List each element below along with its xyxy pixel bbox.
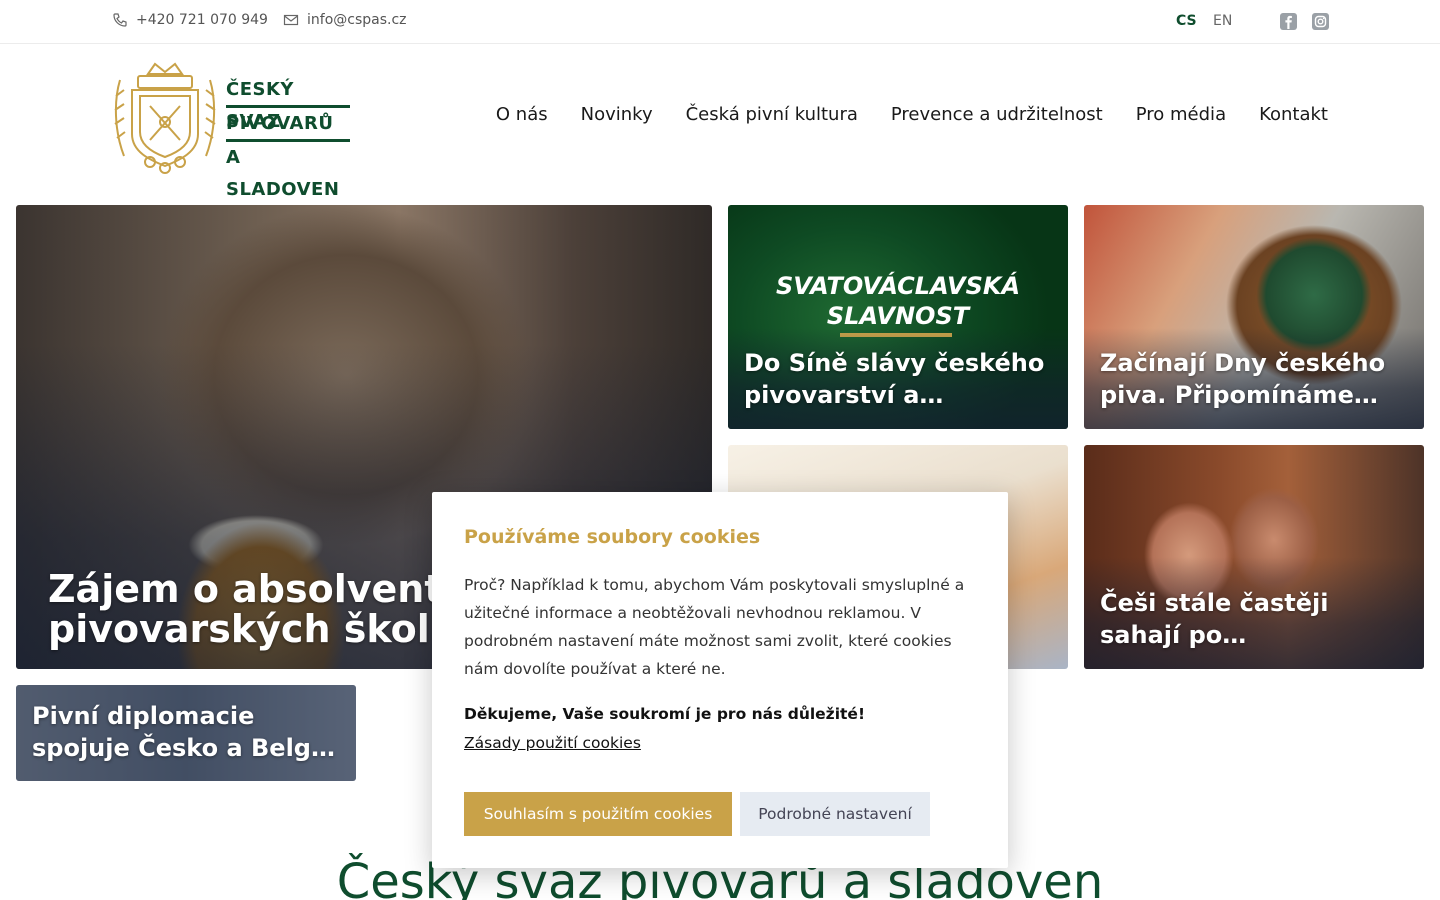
nav-beer-culture[interactable]: Česká pivní kultura bbox=[686, 104, 858, 125]
logo-line-1: ČESKÝ SVAZ bbox=[226, 74, 350, 132]
top-bar: +420 721 070 949 info@cspas.cz CS EN bbox=[0, 0, 1440, 44]
logo-line-3: A SLADOVEN bbox=[226, 147, 340, 200]
cookie-settings-button[interactable]: Podrobné nastavení bbox=[740, 792, 930, 836]
main-navigation: O nás Novinky Česká pivní kultura Preven… bbox=[496, 104, 1328, 125]
svatovaclavska-slavnost-banner: SVATOVÁCLAVSKÁ SLAVNOST bbox=[728, 271, 1068, 331]
article-tile-hall-of-fame[interactable]: SVATOVÁCLAVSKÁ SLAVNOST Do Síně slávy če… bbox=[728, 205, 1068, 429]
cookie-policy-link[interactable]: Zásady použití cookies bbox=[464, 734, 641, 752]
cookie-thanks: Děkujeme, Vaše soukromí je pro nás důlež… bbox=[464, 705, 866, 723]
nav-about[interactable]: O nás bbox=[496, 104, 548, 125]
mail-icon bbox=[283, 14, 299, 26]
phone-icon bbox=[113, 13, 127, 27]
instagram-icon[interactable] bbox=[1312, 13, 1329, 30]
phone-contact[interactable]: +420 721 070 949 bbox=[112, 12, 268, 28]
article-title[interactable]: Začínají Dny českého piva. Připomínáme… bbox=[1100, 347, 1412, 411]
cookie-description: Proč? Například k tomu, abychom Vám posk… bbox=[464, 576, 965, 678]
email-contact[interactable]: info@cspas.cz bbox=[283, 12, 407, 28]
phone-number[interactable]: +420 721 070 949 bbox=[136, 12, 268, 28]
article-title[interactable]: Do Síně slávy českého pivovarství a… bbox=[744, 347, 1056, 411]
brewers-emblem-icon bbox=[114, 62, 216, 174]
email-address[interactable]: info@cspas.cz bbox=[307, 12, 407, 28]
article-title[interactable]: Pivní diplomacie spojuje Česko a Belg… bbox=[32, 700, 344, 764]
logo-line-2: PIVOVARŮ bbox=[226, 108, 350, 142]
nav-news[interactable]: Novinky bbox=[581, 104, 653, 125]
accept-cookies-button[interactable]: Souhlasím s použitím cookies bbox=[464, 792, 732, 836]
cookie-title: Používáme soubory cookies bbox=[464, 526, 761, 548]
logo-text[interactable]: ČESKÝ SVAZ PIVOVARŮ A SLADOVEN bbox=[226, 74, 350, 200]
article-title[interactable]: Češi stále častěji sahají po… bbox=[1100, 587, 1412, 651]
banner-line-1: SVATOVÁCLAVSKÁ bbox=[775, 272, 1021, 300]
facebook-icon[interactable] bbox=[1280, 13, 1297, 30]
banner-line-2: SLAVNOST bbox=[826, 302, 970, 330]
lang-en[interactable]: EN bbox=[1213, 13, 1232, 29]
nav-media[interactable]: Pro média bbox=[1136, 104, 1226, 125]
article-tile-beer-days[interactable]: Začínají Dny českého piva. Připomínáme… bbox=[1084, 205, 1424, 429]
article-tile-czechs[interactable]: Češi stále častěji sahají po… bbox=[1084, 445, 1424, 669]
nav-contact[interactable]: Kontakt bbox=[1259, 104, 1328, 125]
cookie-consent-dialog: Používáme soubory cookies Proč? Napříkla… bbox=[432, 492, 1008, 868]
article-tile-diplomacy[interactable]: Pivní diplomacie spojuje Česko a Belg… bbox=[16, 685, 356, 781]
lang-cs[interactable]: CS bbox=[1176, 13, 1197, 29]
nav-prevention[interactable]: Prevence a udržitelnost bbox=[891, 104, 1103, 125]
